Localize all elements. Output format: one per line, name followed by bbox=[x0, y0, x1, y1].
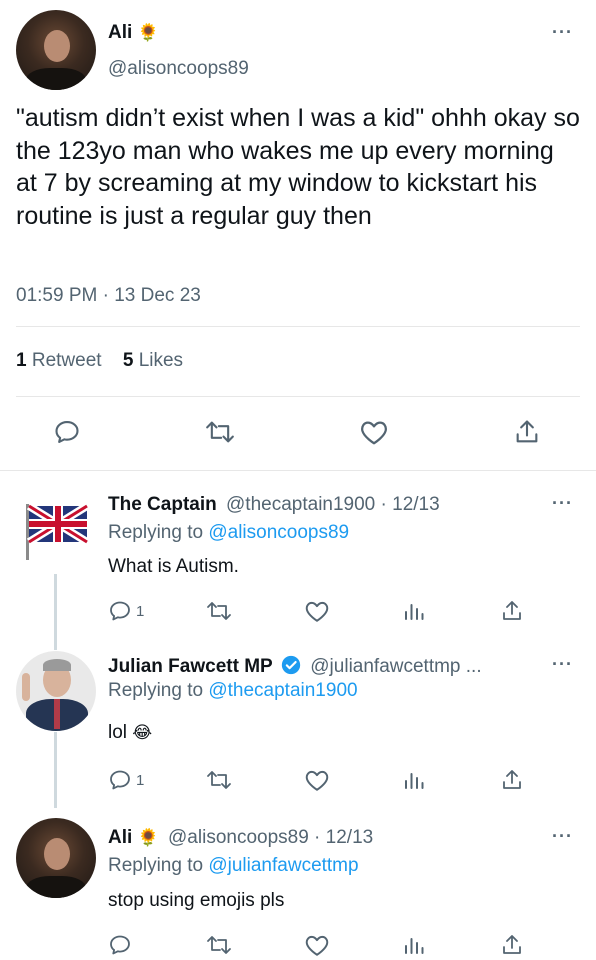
replying-to-line: Replying to @alisoncoops89 bbox=[108, 522, 349, 544]
replying-to-line: Replying to @thecaptain1900 bbox=[108, 680, 358, 702]
sunflower-emoji: 🌻 bbox=[137, 23, 159, 42]
analytics-icon[interactable] bbox=[403, 933, 425, 957]
engagement-stats: 1 Retweet 5 Likes bbox=[16, 350, 183, 372]
reply-text-row: lol 😂 bbox=[108, 722, 152, 744]
reply-handle-date[interactable]: @julianfawcettmp ... bbox=[310, 656, 481, 677]
retweet-stat[interactable]: 1 Retweet bbox=[16, 350, 107, 371]
replying-to-handle[interactable]: @julianfawcettmp bbox=[208, 855, 358, 876]
retweet-label: Retweet bbox=[31, 350, 102, 371]
reply-icon[interactable]: 1 bbox=[108, 768, 144, 792]
thread-line bbox=[54, 732, 57, 808]
more-options-icon[interactable]: ··· bbox=[552, 826, 573, 847]
share-icon[interactable] bbox=[513, 418, 541, 446]
like-icon[interactable] bbox=[304, 933, 330, 957]
reply-handle-date[interactable]: @thecaptain1900 · 12/13 bbox=[226, 494, 440, 515]
verified-badge-icon bbox=[281, 655, 301, 681]
like-icon[interactable] bbox=[359, 418, 389, 446]
replying-to-prefix: Replying to bbox=[108, 522, 204, 543]
union-jack-avatar[interactable] bbox=[22, 500, 92, 567]
likes-stat[interactable]: 5 Likes bbox=[123, 350, 183, 371]
replying-to-line: Replying to @julianfawcettmp bbox=[108, 855, 359, 877]
replying-to-handle[interactable]: @thecaptain1900 bbox=[208, 680, 357, 701]
replying-to-handle[interactable]: @alisoncoops89 bbox=[208, 522, 349, 543]
reply-header: The Captain @thecaptain1900 · 12/13 bbox=[108, 494, 440, 516]
replying-to-prefix: Replying to bbox=[108, 680, 204, 701]
reply-icon[interactable]: 1 bbox=[108, 599, 144, 623]
retweet-count: 1 bbox=[16, 350, 27, 371]
like-icon[interactable] bbox=[304, 599, 330, 623]
laughing-emoji: 😂 bbox=[132, 723, 153, 742]
reply-header: Julian Fawcett MP @julianfawcettmp ... bbox=[108, 655, 482, 681]
retweet-icon[interactable] bbox=[205, 599, 233, 623]
replying-to-prefix: Replying to bbox=[108, 855, 204, 876]
reply-count: 1 bbox=[136, 602, 145, 620]
reply-icon[interactable] bbox=[53, 418, 81, 446]
share-icon[interactable] bbox=[500, 933, 524, 957]
like-count: 5 bbox=[122, 350, 134, 371]
tweet-timestamp[interactable]: 01:59 PM · 13 Dec 23 bbox=[16, 285, 201, 307]
more-options-icon[interactable]: ··· bbox=[552, 22, 573, 43]
share-icon[interactable] bbox=[500, 768, 524, 792]
retweet-icon[interactable] bbox=[205, 933, 233, 957]
reply-text: stop using emojis pls bbox=[108, 890, 285, 911]
section-divider bbox=[0, 470, 596, 471]
author-name[interactable]: Ali bbox=[108, 22, 132, 43]
share-icon[interactable] bbox=[500, 599, 524, 623]
likes-label: Likes bbox=[138, 350, 184, 371]
reply-text: lol bbox=[108, 722, 128, 743]
retweet-icon[interactable] bbox=[203, 418, 237, 446]
more-options-icon[interactable]: ··· bbox=[552, 493, 573, 514]
reply-handle-date[interactable]: @alisoncoops89 · 12/13 bbox=[168, 827, 373, 848]
reply-header: Ali 🌻 @alisoncoops89 · 12/13 bbox=[108, 827, 373, 849]
tweet-text: "autism didn’t exist when I was a kid" o… bbox=[16, 104, 580, 230]
author-handle[interactable]: @alisoncoops89 bbox=[108, 58, 249, 80]
author-name-row: Ali 🌻 bbox=[108, 22, 159, 44]
more-options-icon[interactable]: ··· bbox=[552, 654, 573, 675]
reply-count: 1 bbox=[136, 771, 145, 789]
author-avatar[interactable] bbox=[16, 818, 96, 898]
author-avatar[interactable] bbox=[16, 10, 96, 90]
reply-text: What is Autism. bbox=[108, 556, 239, 577]
julian-avatar[interactable] bbox=[16, 651, 96, 731]
analytics-icon[interactable] bbox=[403, 599, 425, 623]
retweet-icon[interactable] bbox=[205, 768, 233, 792]
reply-author-name[interactable]: Ali bbox=[108, 827, 132, 848]
sunflower-emoji: 🌻 bbox=[137, 828, 159, 847]
thread-line bbox=[54, 574, 57, 650]
like-icon[interactable] bbox=[304, 768, 330, 792]
reply-icon[interactable] bbox=[108, 933, 136, 957]
divider bbox=[16, 396, 580, 397]
reply-author-name[interactable]: The Captain bbox=[108, 494, 217, 515]
analytics-icon[interactable] bbox=[403, 768, 425, 792]
divider bbox=[16, 326, 580, 327]
reply-author-name[interactable]: Julian Fawcett MP bbox=[108, 656, 273, 677]
